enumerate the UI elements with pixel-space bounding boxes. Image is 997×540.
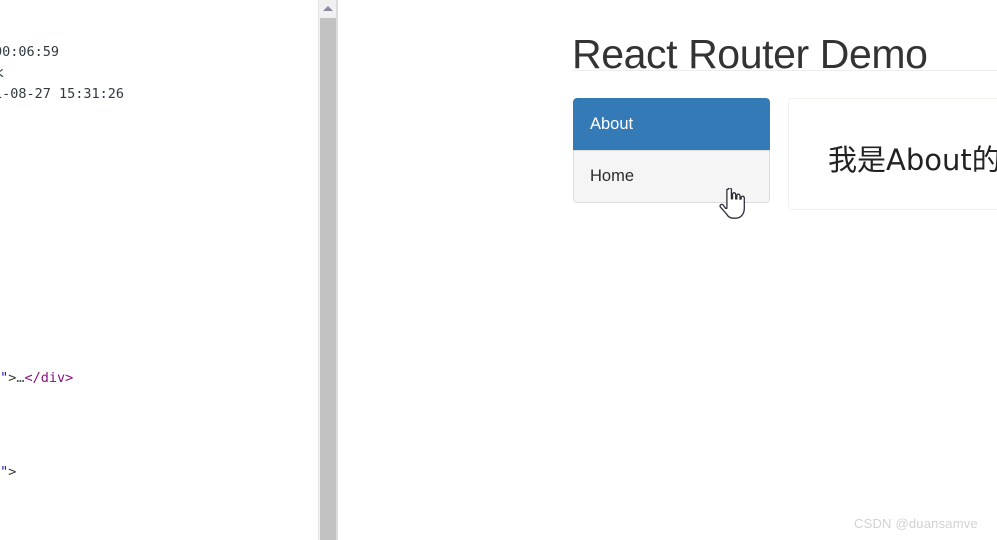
scrollbar-thumb[interactable] bbox=[320, 18, 336, 540]
console-line-cjk: 永 bbox=[0, 63, 318, 84]
page-gutter bbox=[338, 0, 360, 540]
dom-line-div-open[interactable]: w"> bbox=[0, 461, 318, 485]
list-group-item-home[interactable]: Home bbox=[573, 150, 770, 203]
devtools-panel: 00:06:59 永 1-08-27 15:31:26 w">…</div> w… bbox=[0, 0, 318, 540]
nav-list-group: About Home bbox=[573, 98, 770, 203]
triangle-up-glyph bbox=[322, 6, 333, 11]
console-line-datetime: 1-08-27 15:31:26 bbox=[0, 86, 125, 102]
dom-token-ellipsis: … bbox=[16, 369, 25, 386]
csdn-watermark: CSDN @duansamve bbox=[854, 516, 978, 531]
dom-tree[interactable]: w">…</div> w"> col-xs-2 col-xs-offset-2"… bbox=[0, 296, 318, 540]
route-content-panel: 我是About的 bbox=[788, 98, 997, 210]
horizontal-rule bbox=[572, 70, 997, 71]
dom-token-closetag: </div> bbox=[24, 369, 74, 386]
console-output: 00:06:59 永 1-08-27 15:31:26 bbox=[0, 0, 318, 105]
list-group-item-about[interactable]: About bbox=[573, 98, 770, 150]
dom-token-gt: > bbox=[8, 463, 17, 480]
dom-line-div-close[interactable]: w">…</div> bbox=[0, 367, 318, 391]
console-line-time: 00:06:59 bbox=[0, 44, 60, 60]
list-group-item-label: About bbox=[590, 115, 634, 133]
triangle-up-icon[interactable] bbox=[319, 0, 336, 17]
page-title: React Router Demo bbox=[572, 31, 928, 78]
browser-page-viewport: React Router Demo About Home 我是About的 bbox=[360, 0, 997, 540]
route-content-text: 我是About的 bbox=[828, 143, 997, 177]
devtools-vertical-scrollbar[interactable] bbox=[318, 0, 336, 540]
list-group-item-label: Home bbox=[590, 167, 635, 185]
